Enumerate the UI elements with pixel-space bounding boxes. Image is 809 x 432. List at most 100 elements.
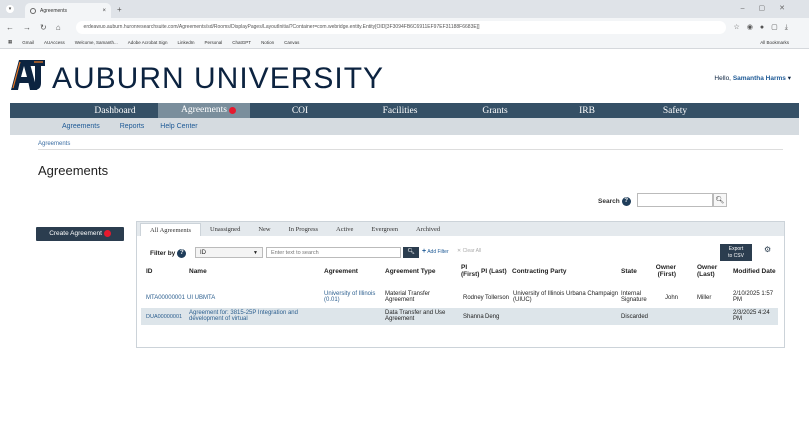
search-label-text: Search	[598, 198, 620, 206]
extension-icons[interactable]: ☆◉●▢⤓	[734, 23, 795, 32]
col-owner-last[interactable]: Owner (Last)	[697, 264, 723, 278]
filter-label-text: Filter by	[150, 250, 176, 258]
row-id[interactable]: MTA00000001	[146, 295, 185, 301]
row-party: University of Illinois Urbana Champaign …	[513, 291, 619, 303]
user-greeting[interactable]: Hello, Samantha Harms ▾	[714, 74, 791, 82]
new-tab-icon[interactable]: +	[117, 5, 122, 14]
tab-active[interactable]: Active	[327, 223, 362, 236]
back-icon[interactable]: ←	[6, 23, 14, 32]
nav-facilities[interactable]: Facilities	[350, 106, 450, 116]
subnav-agreements[interactable]: Agreements	[62, 123, 100, 130]
page-title: Agreements	[38, 163, 109, 178]
bookmark-notion[interactable]: Notion	[261, 40, 274, 45]
agreement-tabs: All Agreements Unassigned New In Progres…	[137, 222, 784, 236]
forward-icon[interactable]: →	[23, 23, 31, 32]
col-id[interactable]: ID	[146, 268, 153, 276]
row-pi-first: Shanna	[463, 314, 484, 320]
nav-grants[interactable]: Grants	[450, 106, 540, 116]
help-icon[interactable]: ?	[621, 197, 631, 206]
filter-text-input[interactable]: Enter text to search	[266, 247, 401, 258]
tab-evergreen[interactable]: Evergreen	[362, 223, 407, 236]
row-owner-last: Miller	[697, 295, 712, 301]
url-field[interactable]: erdeawuo.auburn.huronresearchsuite.com/A…	[75, 20, 726, 34]
nav-irb[interactable]: IRB	[540, 106, 634, 116]
home-icon[interactable]: ⌂	[56, 23, 61, 32]
nav-agreements[interactable]: Agreements	[158, 103, 250, 118]
export-csv-button[interactable]: Export to CSV	[720, 244, 752, 261]
tab-archived[interactable]: Archived	[407, 223, 449, 236]
university-name: AUBURN UNIVERSITY	[52, 62, 385, 95]
filter-field-select[interactable]: ID ▼	[195, 247, 263, 258]
browser-tab-bar: ▾ Agreements × + –▢✕	[0, 0, 809, 18]
clear-all-label: Clear All	[462, 248, 482, 254]
tab-unassigned[interactable]: Unassigned	[201, 223, 249, 236]
col-state[interactable]: State	[621, 268, 637, 276]
subnav-reports[interactable]: Reports	[120, 123, 145, 130]
bookmark-welcome[interactable]: Welcome, Samanth...	[75, 40, 118, 45]
tab-in-progress[interactable]: In Progress	[280, 223, 327, 236]
bookmark-adobe[interactable]: Adobe Acrobat Sign	[128, 40, 168, 45]
browser-tab[interactable]: Agreements ×	[25, 3, 111, 18]
row-type: Data Transfer and Use Agreement	[385, 310, 446, 322]
col-contracting-party[interactable]: Contracting Party	[512, 268, 567, 276]
clear-all-button[interactable]: ✕ Clear All	[457, 248, 481, 254]
row-name[interactable]: UI UBMTA	[187, 295, 215, 301]
bookmark-canvas[interactable]: Canvas	[284, 40, 299, 45]
row-id[interactable]: DUA00000001	[146, 314, 182, 320]
create-agreement-button[interactable]: Create Agreement	[36, 227, 124, 241]
col-agreement[interactable]: Agreement	[324, 268, 358, 276]
gear-icon[interactable]: ⚙	[764, 245, 771, 254]
tab-search-icon[interactable]: ▾	[6, 5, 14, 13]
help-icon[interactable]: ?	[177, 249, 187, 258]
tab-new[interactable]: New	[249, 223, 279, 236]
table-row[interactable]: DUA00000001 Agreement for: 3815-25P Inte…	[141, 308, 778, 325]
nav-dashboard[interactable]: Dashboard	[72, 106, 158, 116]
favicon-icon	[30, 7, 36, 14]
table-row[interactable]: MTA00000001 UI UBMTA University of Illin…	[141, 290, 778, 307]
row-modified: 2/10/2025 1:57 PM	[733, 291, 774, 303]
tab-all-agreements[interactable]: All Agreements	[140, 223, 201, 236]
sub-nav: Agreements Reports Help Center	[10, 118, 799, 135]
all-bookmarks[interactable]: All Bookmarks	[760, 40, 789, 45]
hello-label: Hello,	[714, 75, 731, 82]
col-pi-first[interactable]: PI (First)	[461, 264, 479, 278]
row-type: Material Transfer Agreement	[385, 291, 431, 303]
chevron-down-icon: ▼	[253, 250, 258, 256]
auburn-logo-icon[interactable]	[10, 57, 46, 91]
col-modified-date[interactable]: Modified Date	[733, 268, 776, 276]
subnav-help-center[interactable]: Help Center	[160, 123, 197, 130]
row-name[interactable]: Agreement for: 3815-25P Integration and …	[189, 310, 321, 322]
bookmark-gmail[interactable]: Gmail	[22, 40, 34, 45]
divider	[38, 149, 783, 150]
nav-coi[interactable]: COI	[250, 106, 350, 116]
add-filter-button[interactable]: + Add Filter	[422, 248, 449, 255]
window-controls[interactable]: –▢✕	[741, 4, 799, 12]
search-input[interactable]	[637, 193, 713, 207]
bookmarks-bar: ▦ Gmail AUAccess Welcome, Samanth... Ado…	[0, 36, 809, 49]
row-pi-first: Rodney	[463, 295, 484, 301]
export-line1: Export	[728, 246, 744, 252]
col-name[interactable]: Name	[189, 268, 207, 276]
search-icon[interactable]: 🔍︎	[713, 193, 727, 207]
bookmark-personal[interactable]: Personal	[205, 40, 223, 45]
add-filter-label: Add Filter	[427, 249, 449, 255]
breadcrumb[interactable]: Agreements	[38, 141, 70, 147]
row-state: Internal Signature	[621, 291, 647, 303]
search-label: Search?	[598, 197, 631, 206]
bookmark-chatgpt[interactable]: ChatGPT	[232, 40, 251, 45]
nav-safety[interactable]: Safety	[634, 106, 716, 116]
apps-icon[interactable]: ▦	[8, 39, 12, 45]
bookmark-auaccess[interactable]: AUAccess	[44, 40, 65, 45]
col-owner-first[interactable]: Owner (First)	[650, 264, 676, 278]
reload-icon[interactable]: ↻	[40, 23, 47, 32]
row-pi-last: Deng	[485, 314, 500, 320]
bookmark-linkedin[interactable]: LinkedIn	[178, 40, 195, 45]
row-agreement[interactable]: University of Illinois (0.01)	[324, 291, 382, 303]
col-pi-last[interactable]: PI (Last)	[481, 268, 507, 276]
browser-tab-title: Agreements	[40, 7, 67, 14]
close-tab-icon[interactable]: ×	[102, 8, 106, 14]
plus-icon: +	[422, 248, 427, 255]
filter-search-button[interactable]: 🔍︎	[403, 247, 419, 258]
filter-field-value: ID	[200, 250, 206, 256]
col-agreement-type[interactable]: Agreement Type	[385, 268, 435, 276]
